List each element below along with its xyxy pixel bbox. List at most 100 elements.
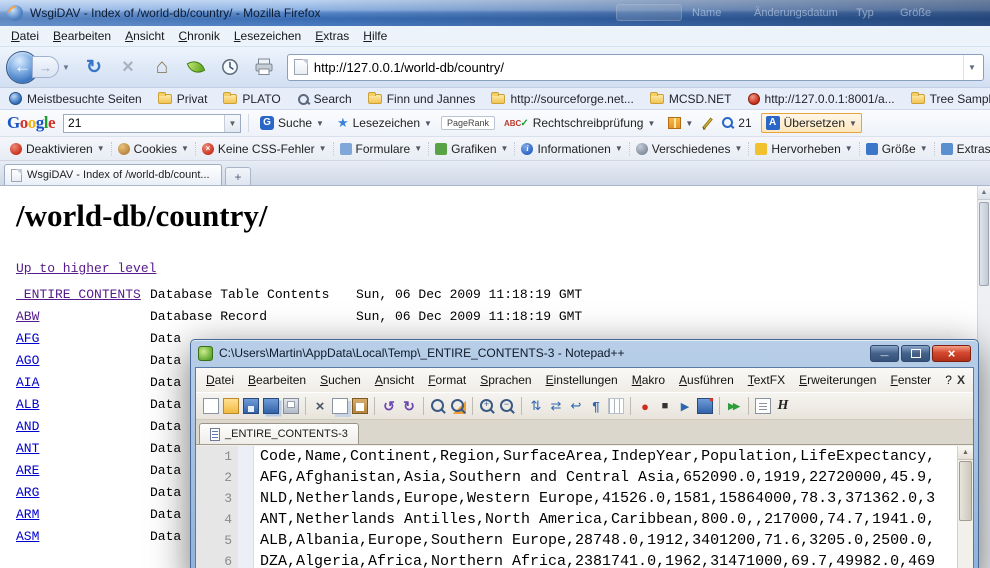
spellcheck-button[interactable]: ABCRechtschreibprüfung▼	[500, 114, 659, 132]
save-macro-icon[interactable]	[697, 398, 713, 414]
bookmark-privat[interactable]: Privat	[158, 92, 208, 106]
bookmark-finn-und-jannes[interactable]: Finn und Jannes	[368, 92, 476, 106]
stop-macro-icon[interactable]	[657, 398, 673, 414]
bookmark-localhost-8001[interactable]: http://127.0.0.1:8001/a...	[748, 92, 895, 106]
tab-entire-contents-3[interactable]: _ENTIRE_CONTENTS-3	[199, 423, 359, 444]
new-file-icon[interactable]	[203, 398, 219, 414]
entry-link-ago[interactable]: AGO	[16, 350, 150, 372]
entry-link-arg[interactable]: ARG	[16, 482, 150, 504]
print-icon[interactable]	[283, 398, 299, 414]
npp-menu-suchen[interactable]: Suchen	[313, 371, 368, 389]
clock-icon[interactable]	[216, 53, 244, 81]
npp-menu-format[interactable]: Format	[421, 371, 473, 389]
menu-datei[interactable]: Datei	[4, 27, 46, 45]
bookmark-mcsd[interactable]: MCSD.NET	[650, 92, 732, 106]
scroll-up-icon[interactable]: ▲	[958, 446, 973, 460]
webdev-css-fehler[interactable]: ×Keine CSS-Fehler▼	[196, 142, 334, 156]
search-dropdown-icon[interactable]: ▼	[224, 115, 240, 132]
bookmark-most-visited[interactable]: Meistbesuchte Seiten	[9, 92, 142, 106]
forward-button[interactable]: →	[32, 56, 59, 78]
save-all-icon[interactable]	[263, 398, 279, 414]
pagerank-widget[interactable]: PageRank	[441, 116, 495, 130]
entry-link-entire-contents[interactable]: _ENTIRE_CONTENTS	[16, 284, 150, 306]
google-search-input[interactable]	[64, 116, 224, 130]
npp-menu-makro[interactable]: Makro	[625, 371, 672, 389]
bookmark-tree-samples[interactable]: Tree Samples	[911, 92, 990, 106]
webdev-formulare[interactable]: Formulare▼	[334, 142, 430, 156]
npp-menu-einstellungen[interactable]: Einstellungen	[539, 371, 625, 389]
home-icon[interactable]: ⌂	[148, 53, 176, 81]
scroll-up-icon[interactable]: ▲	[978, 186, 990, 200]
npp-menu-help[interactable]: ?	[938, 371, 959, 389]
editor-scrollbar[interactable]: ▲	[957, 446, 973, 568]
entry-link-aia[interactable]: AIA	[16, 372, 150, 394]
entry-link-alb[interactable]: ALB	[16, 394, 150, 416]
google-bookmarks-button[interactable]: ★Lesezeichen▼	[333, 113, 436, 133]
up-to-higher-level-link[interactable]: Up to higher level	[16, 261, 156, 276]
webdev-cookies[interactable]: Cookies▼	[112, 142, 196, 156]
bookmark-sourceforge[interactable]: http://sourceforge.net...	[491, 92, 633, 106]
bookmark-plato[interactable]: PLATO	[223, 92, 280, 106]
tab-wsgidav[interactable]: WsgiDAV - Index of /world-db/count...	[4, 164, 222, 185]
sync-scroll-horizontal-icon[interactable]	[548, 398, 564, 414]
close-button[interactable]	[932, 345, 971, 362]
translate-button[interactable]: AÜbersetzen▼	[761, 113, 862, 133]
webdev-hervorheben[interactable]: Hervorheben▼	[749, 142, 859, 156]
maximize-button[interactable]	[901, 345, 930, 362]
npp-menu-datei[interactable]: Datei	[199, 371, 241, 389]
save-icon[interactable]	[243, 398, 259, 414]
undo-icon[interactable]	[381, 398, 397, 414]
npp-menu-sprachen[interactable]: Sprachen	[473, 371, 538, 389]
menu-bearbeiten[interactable]: Bearbeiten	[46, 27, 118, 45]
notepad-editor[interactable]: 1Code,Name,Continent,Region,SurfaceArea,…	[196, 446, 973, 568]
url-bar[interactable]: ▼	[287, 54, 984, 81]
webdev-verschiedenes[interactable]: Verschiedenes▼	[630, 142, 750, 156]
webdev-deaktivieren[interactable]: Deaktivieren▼	[4, 142, 112, 156]
minimize-button[interactable]	[870, 345, 899, 362]
entry-link-and[interactable]: AND	[16, 416, 150, 438]
paste-icon[interactable]	[352, 398, 368, 414]
npp-close-document-x[interactable]: X	[957, 373, 965, 387]
google-search-box[interactable]: ▼	[63, 114, 241, 133]
print-icon[interactable]	[250, 53, 278, 81]
npp-menu-ausfuehren[interactable]: Ausführen	[672, 371, 741, 389]
url-dropdown-icon[interactable]: ▼	[963, 55, 980, 80]
menu-chronik[interactable]: Chronik	[171, 27, 226, 45]
entry-link-abw[interactable]: ABW	[16, 306, 150, 328]
npp-menu-bearbeiten[interactable]: Bearbeiten	[241, 371, 313, 389]
entry-link-are[interactable]: ARE	[16, 460, 150, 482]
run-icon[interactable]	[726, 398, 742, 414]
zoom-out-icon[interactable]	[499, 398, 515, 414]
textfx-html-icon[interactable]	[775, 398, 791, 414]
autofill-button[interactable]	[702, 115, 713, 132]
open-folder-icon[interactable]	[223, 398, 239, 414]
history-dropdown-icon[interactable]: ▼	[62, 63, 70, 72]
word-wrap-icon[interactable]	[568, 398, 584, 414]
menu-extras[interactable]: Extras	[308, 27, 356, 45]
play-macro-icon[interactable]	[677, 398, 693, 414]
npp-menu-fenster[interactable]: Fenster	[883, 371, 938, 389]
webdev-extras[interactable]: Extras▼	[935, 142, 990, 156]
google-search-button[interactable]: GSuche▼	[256, 114, 328, 132]
zoom-in-icon[interactable]	[479, 398, 495, 414]
webdev-groesse[interactable]: Größe▼	[860, 142, 935, 156]
entry-link-ant[interactable]: ANT	[16, 438, 150, 460]
notepad-titlebar[interactable]: C:\Users\Martin\AppData\Local\Temp\_ENTI…	[191, 340, 978, 366]
new-tab-button[interactable]	[225, 167, 251, 185]
redo-icon[interactable]	[401, 398, 417, 414]
sync-scroll-vertical-icon[interactable]	[528, 398, 544, 414]
menu-ansicht[interactable]: Ansicht	[118, 27, 171, 45]
show-all-characters-icon[interactable]	[588, 398, 604, 414]
bookmark-search[interactable]: Search	[297, 92, 352, 106]
npp-menu-ansicht[interactable]: Ansicht	[368, 371, 421, 389]
indent-guides-icon[interactable]	[608, 398, 624, 414]
leaf-icon[interactable]	[182, 53, 210, 81]
doc-switcher-icon[interactable]	[755, 398, 771, 414]
cut-icon[interactable]	[312, 398, 328, 414]
url-input[interactable]	[314, 60, 963, 75]
entry-link-arm[interactable]: ARM	[16, 504, 150, 526]
record-macro-icon[interactable]	[637, 398, 653, 414]
scrollbar-thumb[interactable]	[959, 461, 972, 521]
webdev-grafiken[interactable]: Grafiken▼	[429, 142, 515, 156]
menu-lesezeichen[interactable]: Lesezeichen	[227, 27, 308, 45]
